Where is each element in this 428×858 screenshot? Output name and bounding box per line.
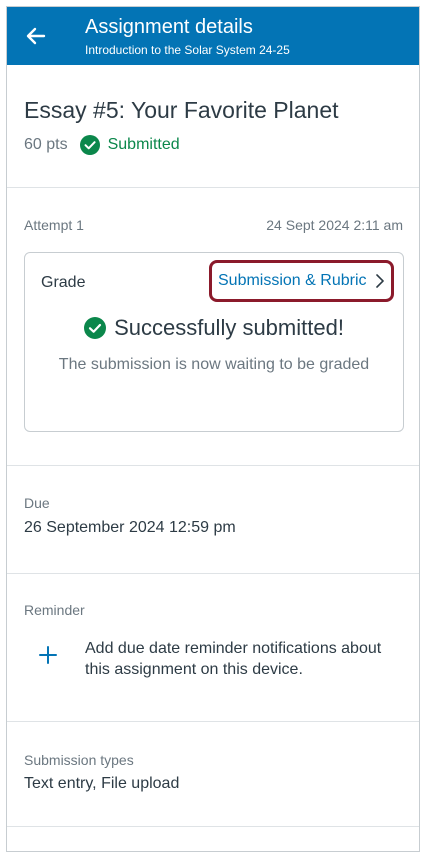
due-date-value: 26 September 2024 12:59 pm <box>24 519 236 536</box>
back-arrow-icon[interactable] <box>23 23 49 49</box>
submission-rubric-label: Submission & Rubric <box>218 272 367 289</box>
success-check-icon <box>84 317 107 339</box>
attempt-label: Attempt 1 <box>24 217 84 233</box>
add-reminder-text[interactable]: Add due date reminder notifications abou… <box>85 638 385 680</box>
grade-card: Grade Submission & Rubric Successfully s… <box>24 252 404 432</box>
submission-rubric-link[interactable]: Submission & Rubric <box>209 260 394 302</box>
top-app-bar: Assignment details Introduction to the S… <box>7 7 419 65</box>
submission-types-value: Text entry, File upload <box>24 775 180 792</box>
waiting-message: The submission is now waiting to be grad… <box>58 356 370 373</box>
divider <box>7 826 419 827</box>
divider <box>7 465 419 466</box>
assignment-title: Essay #5: Your Favorite Planet <box>24 97 339 123</box>
submission-types-label: Submission types <box>24 752 134 768</box>
header-subtitle: Introduction to the Solar System 24-25 <box>85 43 290 57</box>
attempt-date: 24 Sept 2024 2:11 am <box>266 217 403 233</box>
submitted-check-icon <box>79 135 100 155</box>
chevron-right-icon <box>375 274 384 288</box>
grade-label: Grade <box>41 274 86 291</box>
add-reminder-plus-icon[interactable] <box>37 644 59 666</box>
success-message: Successfully submitted! <box>114 315 344 340</box>
divider <box>7 187 419 188</box>
assignment-meta: 60 pts Submitted <box>24 135 180 155</box>
reminder-label: Reminder <box>24 602 85 618</box>
header-title: Assignment details <box>85 16 253 38</box>
app-screen: Assignment details Introduction to the S… <box>6 6 420 852</box>
success-row: Successfully submitted! <box>25 315 403 341</box>
divider <box>7 721 419 722</box>
status-badge: Submitted <box>107 136 180 153</box>
divider <box>7 573 419 574</box>
due-label: Due <box>24 495 50 511</box>
points-label: 60 pts <box>24 136 68 153</box>
